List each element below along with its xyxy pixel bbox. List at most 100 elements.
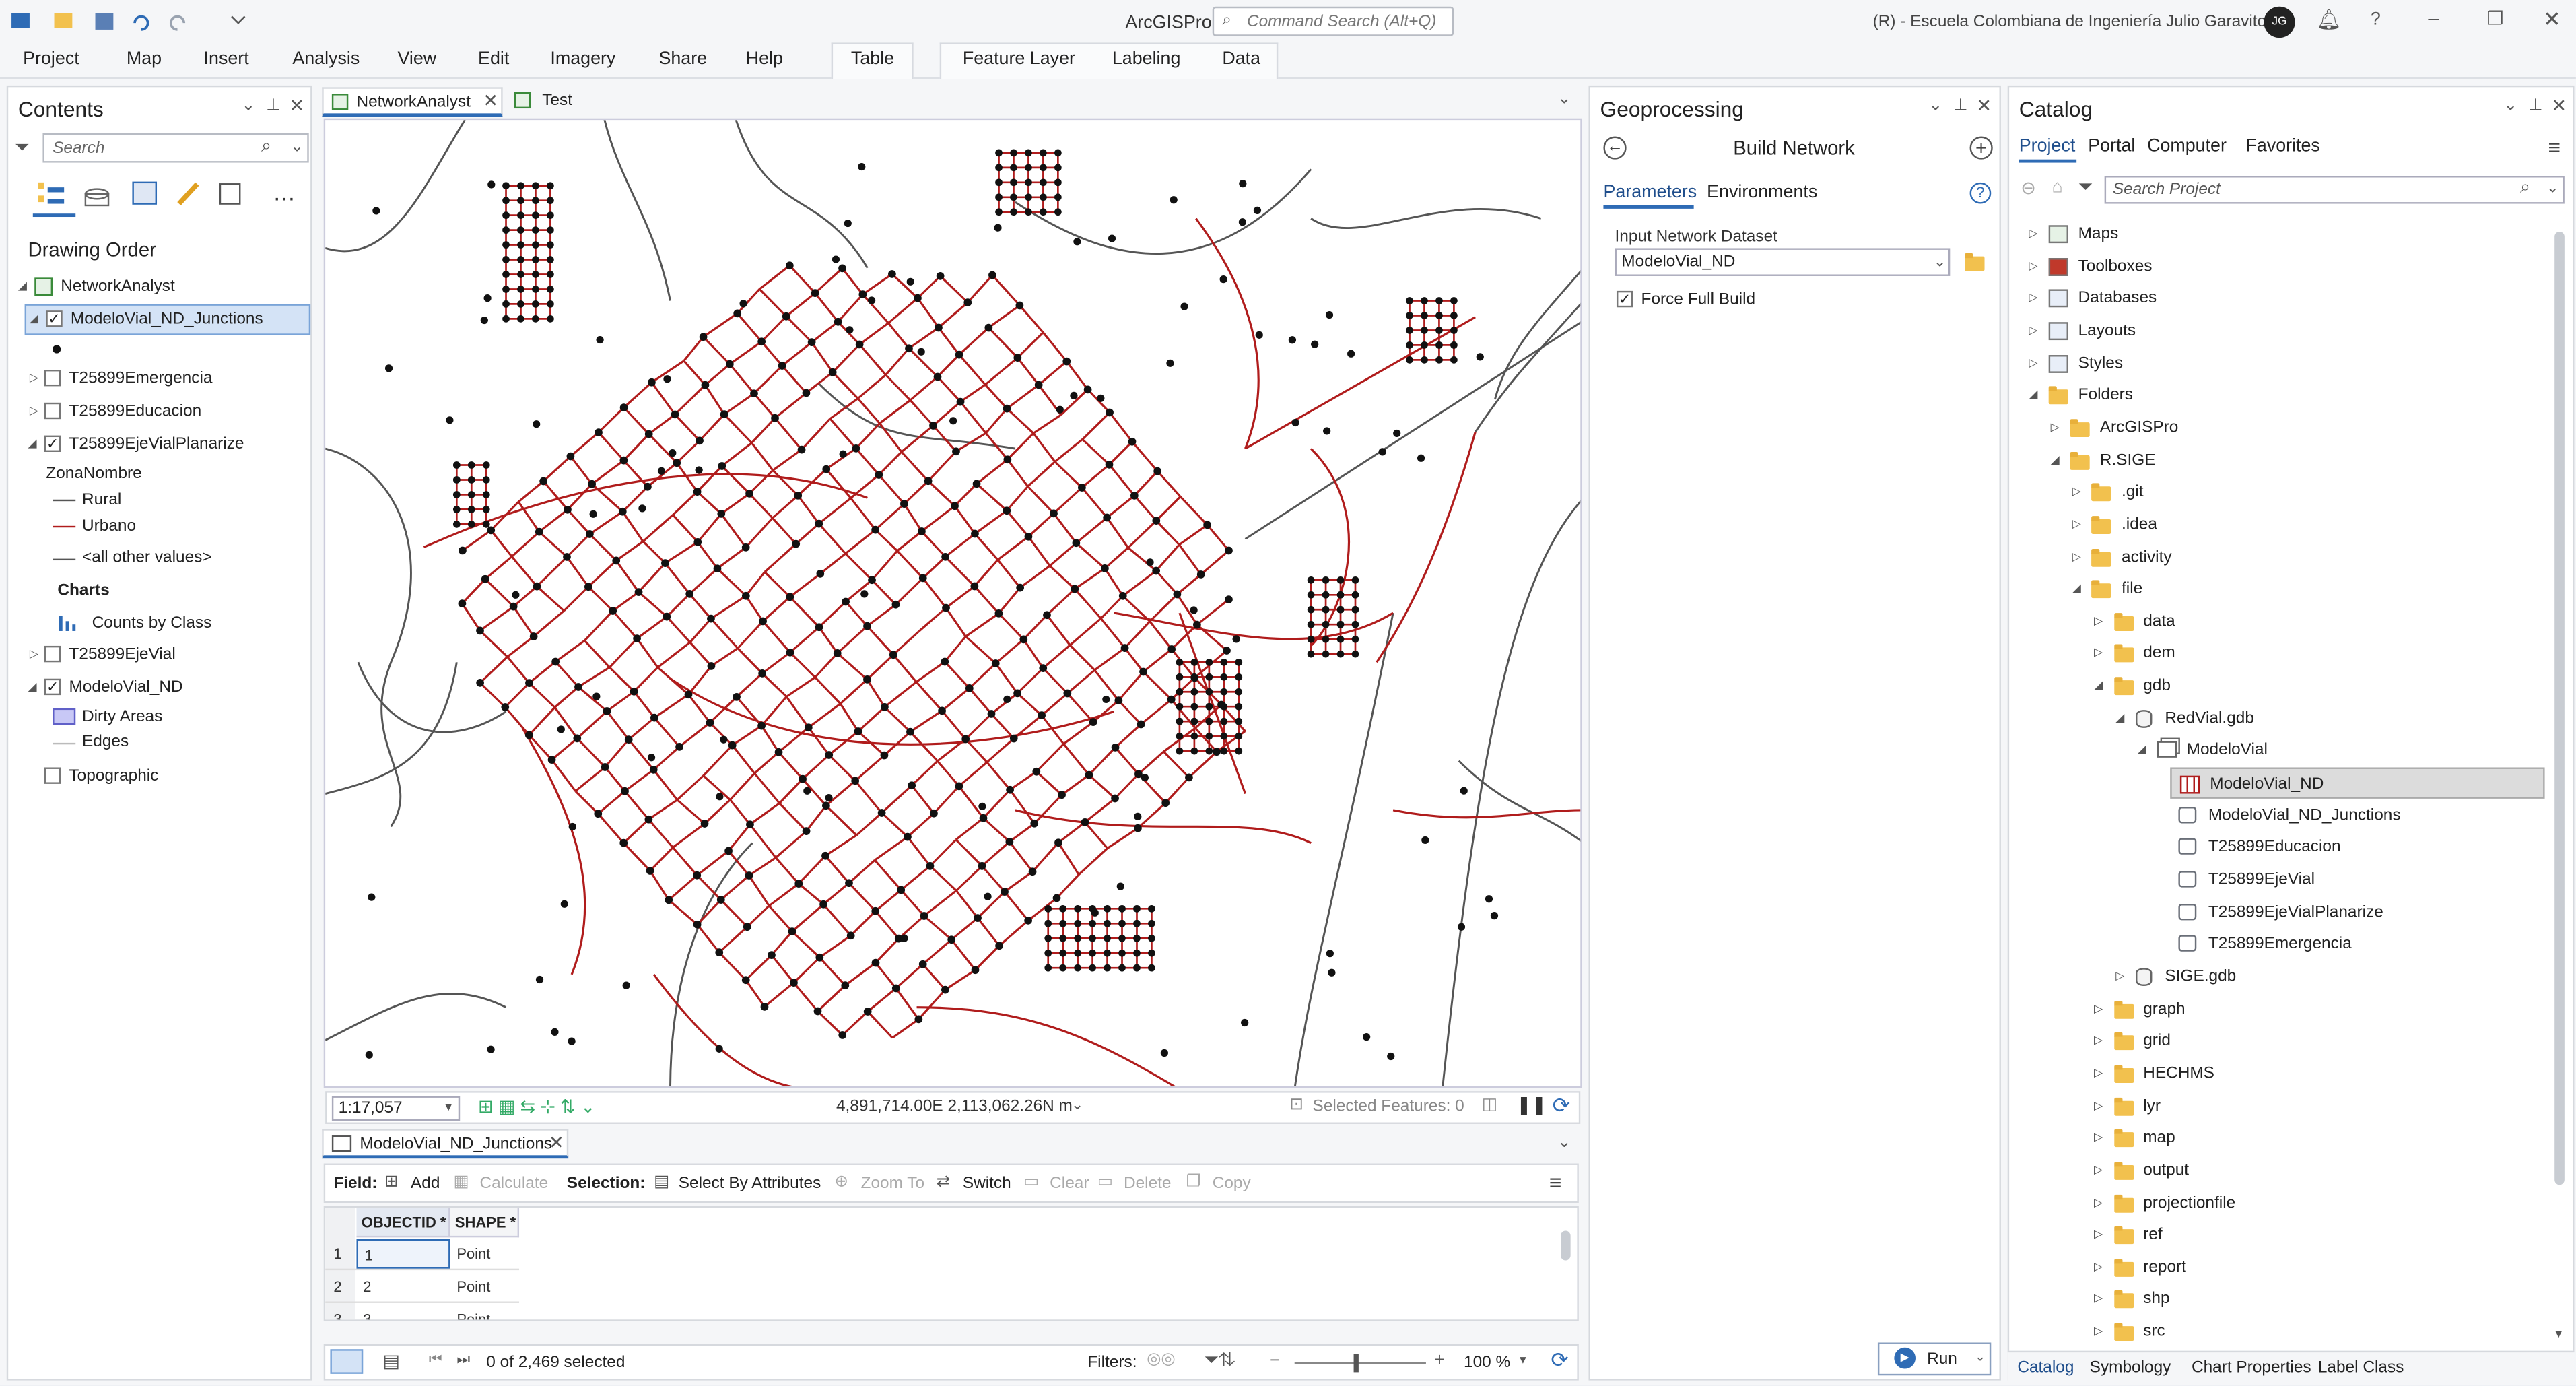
layer-visibility-checkbox[interactable]: ✓: [44, 435, 61, 452]
force-full-build-checkbox[interactable]: ✓: [1616, 290, 1633, 308]
collapsed-triangle-icon[interactable]: ▷: [2094, 647, 2103, 659]
tab-label-class[interactable]: Label Class: [2318, 1359, 2404, 1377]
tab-help[interactable]: Help: [746, 49, 783, 69]
layer-planarize[interactable]: ◢ ✓ T25899EjeVialPlanarize: [25, 432, 311, 459]
catalog-item-planarize[interactable]: T25899EjeVialPlanarize: [2009, 896, 2551, 927]
expand-triangle-icon[interactable]: ◢: [2137, 744, 2146, 756]
scale-selector[interactable]: 1:17,057 ▾: [331, 1096, 461, 1121]
collapsed-triangle-icon[interactable]: ▷: [2094, 1001, 2103, 1015]
catalog-item-layouts[interactable]: ▷ Layouts: [2009, 315, 2551, 346]
table-menu-icon[interactable]: ≡: [1549, 1170, 1562, 1195]
expand-triangle-icon[interactable]: ◢: [2029, 388, 2037, 401]
add-tool-icon[interactable]: +: [1969, 136, 1993, 160]
layer-ejevial[interactable]: ▷ T25899EjeVial: [25, 642, 311, 669]
add-field-button[interactable]: Add: [411, 1175, 440, 1193]
first-record-icon[interactable]: ⏮: [429, 1351, 442, 1369]
catalog-item-toolboxes[interactable]: ▷ Toolboxes: [2009, 251, 2551, 282]
expand-triangle-icon[interactable]: ◢: [2094, 679, 2103, 692]
layer-visibility-checkbox[interactable]: [44, 402, 61, 420]
collapsed-triangle-icon[interactable]: ▷: [2094, 614, 2103, 628]
close-icon[interactable]: ✕: [2543, 7, 2561, 33]
tab-catalog[interactable]: Catalog: [2017, 1359, 2074, 1377]
back-icon[interactable]: ⊖: [2021, 178, 2035, 199]
catalog-scrollbar[interactable]: [2554, 232, 2565, 1185]
close-pane-icon[interactable]: ✕: [289, 96, 304, 117]
collapsed-triangle-icon[interactable]: ▷: [2029, 356, 2037, 369]
pane-menu-icon[interactable]: ⌄: [1929, 97, 1942, 115]
tab-networkanalyst[interactable]: NetworkAnalyst ✕: [322, 87, 503, 117]
minimize-icon[interactable]: –: [2428, 7, 2439, 30]
collapsed-triangle-icon[interactable]: ▷: [2072, 485, 2081, 498]
catalog-item-src[interactable]: ▷ src: [2009, 1317, 2551, 1348]
zoom-slider-thumb[interactable]: [1353, 1354, 1359, 1373]
pane-menu-icon[interactable]: ⌄: [242, 97, 255, 115]
copy-button[interactable]: Copy: [1213, 1175, 1251, 1193]
filter-extent-icon[interactable]: ◎◎: [1147, 1351, 1176, 1369]
select-by-attributes-button[interactable]: Select By Attributes: [679, 1175, 821, 1193]
tab-list-chevron-icon[interactable]: ⌄: [1557, 1134, 1571, 1152]
collapsed-triangle-icon[interactable]: ▷: [2029, 324, 2037, 337]
layer-visibility-checkbox[interactable]: [44, 370, 61, 387]
catalog-item-dem[interactable]: ▷ dem: [2009, 638, 2551, 669]
collapsed-triangle-icon[interactable]: ▷: [2094, 1034, 2103, 1047]
tab-insert[interactable]: Insert: [204, 49, 249, 69]
catalog-item-modelovial[interactable]: ◢ ModeloVial: [2009, 735, 2551, 766]
tab-edit[interactable]: Edit: [478, 49, 509, 69]
command-search[interactable]: ⌕ Command Search (Alt+Q): [1212, 6, 1454, 36]
catalog-item-map[interactable]: ▷ map: [2009, 1123, 2551, 1154]
catalog-item-gdb[interactable]: ◢ gdb: [2009, 671, 2551, 702]
back-arrow-icon[interactable]: ←: [1603, 136, 1627, 160]
filter-icon[interactable]: ⏷⇅: [1205, 1351, 1235, 1373]
run-button[interactable]: ▶ Run ⌄: [1877, 1342, 1992, 1376]
catalog-item-idea[interactable]: ▷ .idea: [2009, 509, 2551, 540]
catalog-item-educacion[interactable]: T25899Educacion: [2009, 832, 2551, 863]
close-tab-icon[interactable]: ✕: [483, 90, 498, 112]
chart-counts-by-class[interactable]: Counts by Class: [92, 615, 212, 633]
table-toggle-icon[interactable]: ◫: [1482, 1096, 1497, 1114]
coordinate-chevron-icon[interactable]: ⌄: [1071, 1096, 1083, 1114]
column-header-shape[interactable]: SHAPE *: [450, 1208, 520, 1238]
map-navigation-tools[interactable]: ⊞▦⇆⊹⇅⌄: [478, 1096, 601, 1117]
tab-catalog-computer[interactable]: Computer: [2147, 137, 2227, 156]
catalog-item-shp[interactable]: ▷ shp: [2009, 1284, 2551, 1315]
collapsed-triangle-icon[interactable]: ▷: [2094, 1292, 2103, 1305]
close-tab-icon[interactable]: ✕: [549, 1132, 564, 1154]
catalog-item-file[interactable]: ◢ file: [2009, 574, 2551, 605]
tab-analysis[interactable]: Analysis: [292, 49, 360, 69]
zoom-out-icon[interactable]: −: [1270, 1352, 1279, 1371]
layer-visibility-checkbox[interactable]: [44, 767, 61, 784]
catalog-item-rsige[interactable]: ◢ R.SIGE: [2009, 444, 2551, 475]
collapsed-triangle-icon[interactable]: ▷: [2115, 969, 2124, 983]
home-icon[interactable]: ⌂: [2052, 178, 2063, 197]
table-cell-selected[interactable]: 1: [356, 1239, 450, 1269]
close-pane-icon[interactable]: ✕: [2551, 96, 2566, 117]
catalog-item-output[interactable]: ▷ output: [2009, 1155, 2551, 1186]
chevron-down-icon[interactable]: ⌄: [291, 138, 303, 156]
tab-feature-layer[interactable]: Feature Layer: [963, 49, 1075, 69]
catalog-item-styles[interactable]: ▷ Styles: [2009, 348, 2551, 378]
clear-button[interactable]: Clear: [1050, 1175, 1089, 1193]
tab-parameters[interactable]: Parameters: [1603, 183, 1697, 202]
calculate-button[interactable]: Calculate: [479, 1175, 548, 1193]
expand-triangle-icon[interactable]: ◢: [2051, 453, 2060, 466]
table-row[interactable]: 1 1 Point: [325, 1239, 520, 1271]
tab-catalog-portal[interactable]: Portal: [2088, 137, 2135, 156]
collapsed-triangle-icon[interactable]: ▷: [2029, 227, 2037, 240]
pin-icon[interactable]: ⊥: [1953, 97, 1967, 115]
pause-drawing-icon[interactable]: ❚❚: [1516, 1094, 1547, 1115]
contents-search-input[interactable]: Search ⌕ ⌄: [42, 133, 309, 163]
catalog-item-emergencia[interactable]: T25899Emergencia: [2009, 929, 2551, 960]
collapsed-triangle-icon[interactable]: ▷: [2072, 550, 2081, 563]
collapsed-triangle-icon[interactable]: ▷: [2029, 259, 2037, 272]
pin-icon[interactable]: ⊥: [266, 97, 280, 115]
tab-data[interactable]: Data: [1222, 49, 1260, 69]
collapsed-triangle-icon[interactable]: ▷: [2072, 517, 2081, 531]
map-canvas[interactable]: [323, 118, 1582, 1088]
layer-topographic[interactable]: Topographic: [25, 764, 311, 791]
catalog-item-ref[interactable]: ▷ ref: [2009, 1220, 2551, 1251]
catalog-item-ejevial[interactable]: T25899EjeVial: [2009, 864, 2551, 895]
collapsed-triangle-icon[interactable]: ▷: [2094, 1066, 2103, 1080]
tab-table[interactable]: Table: [851, 49, 894, 69]
layer-junctions-selected[interactable]: ◢ ✓ ModeloVial_ND_Junctions: [24, 304, 311, 335]
catalog-item-redvial[interactable]: ◢ RedVial.gdb: [2009, 703, 2551, 734]
